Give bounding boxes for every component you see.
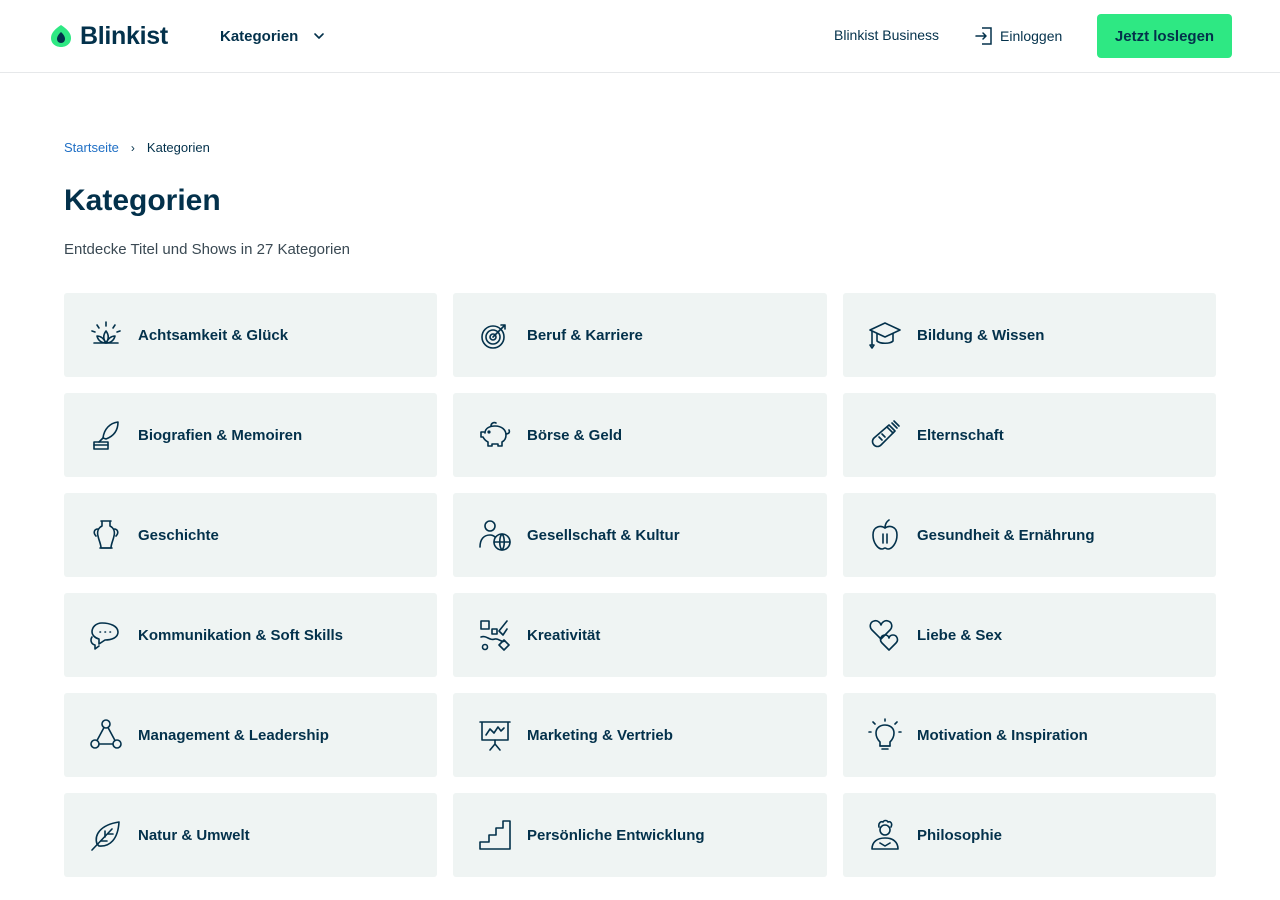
login-link[interactable]: Einloggen bbox=[974, 25, 1062, 47]
target-icon bbox=[477, 317, 513, 353]
category-card-boerse[interactable]: Börse & Geld bbox=[453, 393, 827, 477]
category-label: Biografien & Memoiren bbox=[138, 426, 303, 444]
category-label: Marketing & Vertrieb bbox=[527, 726, 673, 744]
category-label: Kommunikation & Soft Skills bbox=[138, 626, 344, 644]
category-label: Natur & Umwelt bbox=[138, 826, 250, 844]
apple-icon bbox=[867, 517, 903, 553]
category-label: Persönliche Entwicklung bbox=[527, 826, 705, 844]
person-globe-icon bbox=[477, 517, 513, 553]
category-label: Liebe & Sex bbox=[917, 626, 1003, 644]
category-card-philosophie[interactable]: Philosophie bbox=[843, 793, 1216, 877]
category-label: Börse & Geld bbox=[527, 426, 623, 444]
stairs-icon bbox=[477, 817, 513, 853]
category-label: Kreativität bbox=[527, 626, 601, 644]
category-card-kreativitaet[interactable]: Kreativität bbox=[453, 593, 827, 677]
category-grid: Achtsamkeit & Glück Beruf & Karriere Bil… bbox=[64, 293, 1216, 877]
thinker-icon bbox=[867, 817, 903, 853]
category-card-kommunikation[interactable]: Kommunikation & Soft Skills bbox=[64, 593, 437, 677]
speech-bubbles-icon bbox=[88, 617, 124, 653]
hearts-icon bbox=[867, 617, 903, 653]
category-card-achtsamkeit[interactable]: Achtsamkeit & Glück bbox=[64, 293, 437, 377]
piggy-bank-icon bbox=[477, 417, 513, 453]
category-card-management[interactable]: Management & Leadership bbox=[64, 693, 437, 777]
category-card-gesundheit[interactable]: Gesundheit & Ernährung bbox=[843, 493, 1216, 577]
page-subtitle: Entdecke Titel und Shows in 27 Kategorie… bbox=[64, 241, 351, 258]
baby-bottle-icon bbox=[867, 417, 903, 453]
category-label: Geschichte bbox=[138, 526, 219, 544]
login-icon bbox=[975, 27, 992, 45]
site-header: Blinkist Kategorien Blinkist Business Ei… bbox=[0, 0, 1280, 73]
category-label: Gesellschaft & Kultur bbox=[527, 526, 680, 544]
category-card-geschichte[interactable]: Geschichte bbox=[64, 493, 437, 577]
presentation-board-icon bbox=[477, 717, 513, 753]
category-label: Beruf & Karriere bbox=[527, 326, 643, 344]
breadcrumb-current: Kategorien bbox=[146, 140, 210, 155]
breadcrumb-home-link[interactable]: Startseite bbox=[64, 140, 119, 155]
logo-text: Blinkist bbox=[80, 21, 168, 50]
category-label: Philosophie bbox=[917, 826, 1003, 844]
category-card-elternschaft[interactable]: Elternschaft bbox=[843, 393, 1216, 477]
quill-ink-icon bbox=[88, 417, 124, 453]
amphora-icon bbox=[88, 517, 124, 553]
lightbulb-icon bbox=[867, 717, 903, 753]
category-card-natur[interactable]: Natur & Umwelt bbox=[64, 793, 437, 877]
category-card-bildung[interactable]: Bildung & Wissen bbox=[843, 293, 1216, 377]
leaf-icon bbox=[88, 817, 124, 853]
graduation-cap-icon bbox=[867, 317, 903, 353]
category-label: Bildung & Wissen bbox=[917, 326, 1045, 344]
category-card-liebe[interactable]: Liebe & Sex bbox=[843, 593, 1216, 677]
category-label: Motivation & Inspiration bbox=[917, 726, 1088, 744]
page-title: Kategorien bbox=[64, 184, 221, 217]
category-card-gesellschaft[interactable]: Gesellschaft & Kultur bbox=[453, 493, 827, 577]
category-label: Management & Leadership bbox=[138, 726, 329, 744]
blinkist-logo[interactable]: Blinkist bbox=[48, 22, 168, 50]
category-card-beruf[interactable]: Beruf & Karriere bbox=[453, 293, 827, 377]
category-card-marketing[interactable]: Marketing & Vertrieb bbox=[453, 693, 827, 777]
blinkist-logo-icon bbox=[51, 25, 71, 47]
category-card-biografien[interactable]: Biografien & Memoiren bbox=[64, 393, 437, 477]
category-label: Gesundheit & Ernährung bbox=[917, 526, 1095, 544]
categories-dropdown[interactable]: Kategorien bbox=[220, 25, 326, 47]
categories-dropdown-label: Kategorien bbox=[220, 27, 299, 45]
category-card-motivation[interactable]: Motivation & Inspiration bbox=[843, 693, 1216, 777]
blinkist-business-link[interactable]: Blinkist Business bbox=[834, 27, 939, 43]
category-label: Achtsamkeit & Glück bbox=[138, 326, 289, 344]
network-triangle-icon bbox=[88, 717, 124, 753]
lotus-icon bbox=[88, 317, 124, 353]
category-card-entwicklung[interactable]: Persönliche Entwicklung bbox=[453, 793, 827, 877]
login-label: Einloggen bbox=[1000, 28, 1063, 44]
breadcrumb: Startseite › Kategorien bbox=[64, 140, 210, 155]
chevron-down-icon bbox=[314, 33, 325, 39]
get-started-button[interactable]: Jetzt loslegen bbox=[1097, 14, 1232, 58]
chevron-right-icon: › bbox=[130, 140, 135, 155]
category-label: Elternschaft bbox=[917, 426, 1004, 444]
creative-shapes-icon bbox=[477, 617, 513, 653]
